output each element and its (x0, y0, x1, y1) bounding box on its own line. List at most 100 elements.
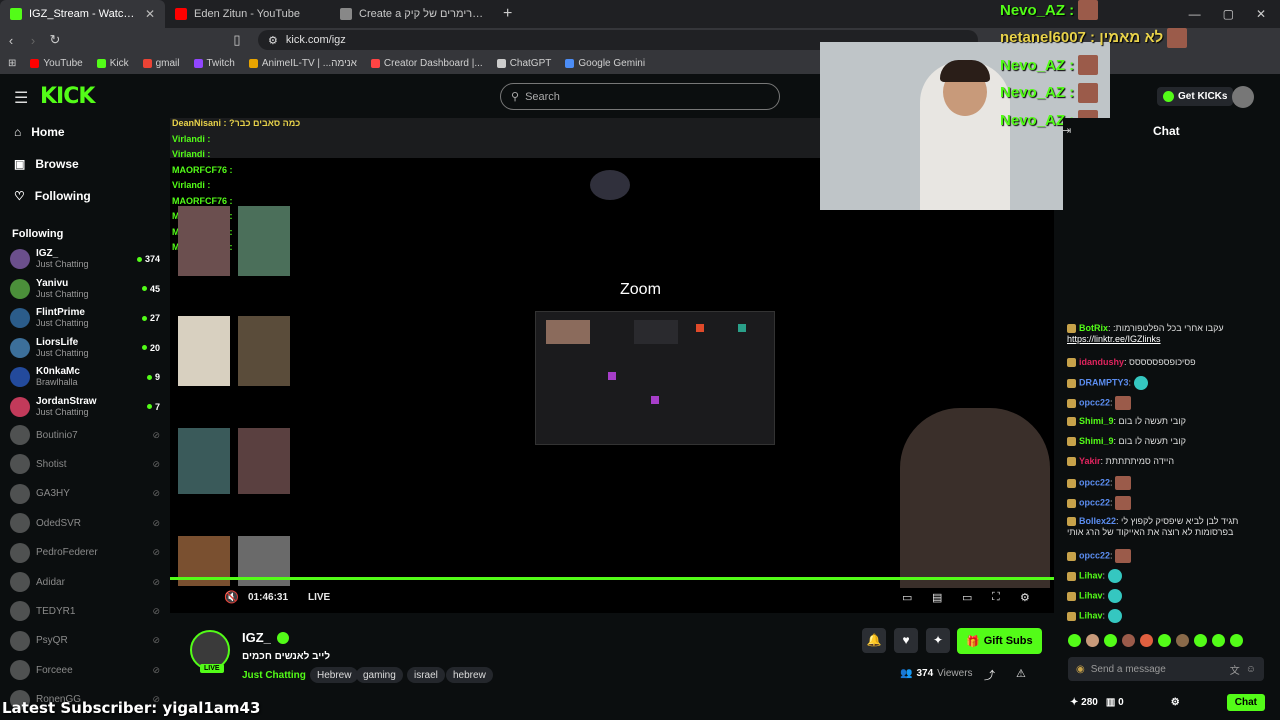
bookmark-twitch[interactable]: Twitch (193, 58, 235, 69)
quick-emote-icon[interactable] (1212, 634, 1225, 647)
bookmark-animeil[interactable]: AnimeIL-TV | ...אנימה (248, 58, 357, 69)
chat-username[interactable]: Yakir (1079, 456, 1101, 466)
follow-heart-button[interactable]: ♥ (894, 628, 918, 653)
forward-icon[interactable]: › (22, 33, 44, 48)
user-avatar[interactable] (1232, 86, 1254, 108)
quick-emote-icon[interactable] (1140, 634, 1153, 647)
browser-tab-youtube[interactable]: Eden Zitun - YouTube (165, 0, 330, 28)
clip-icon[interactable]: ▤ (932, 591, 942, 604)
nav-following[interactable]: ♡ Following (14, 189, 91, 203)
minimize-icon[interactable]: — (1189, 7, 1201, 21)
sidebar-channel-adidar[interactable]: Adidar ⊘ (10, 568, 160, 596)
sidebar-channel-k0nkamc[interactable]: K0nkaMc Brawlhalla 9 (10, 363, 160, 391)
gift-subs-button[interactable]: 🎁 Gift Subs (957, 628, 1042, 654)
close-tab-icon[interactable]: ✕ (145, 7, 155, 21)
chat-username[interactable]: opcc22 (1079, 477, 1110, 487)
back-icon[interactable]: ‹ (0, 33, 22, 48)
latest-subscriber: Latest Subscriber: yigal1am43 (2, 699, 261, 717)
chat-link[interactable]: https://linktr.ee/IGZlinks (1067, 334, 1161, 344)
nav-browse[interactable]: ▣ Browse (14, 157, 79, 171)
report-icon[interactable]: ⚠ (1016, 667, 1026, 680)
category-link[interactable]: Just Chatting (242, 670, 306, 681)
chat-username[interactable]: opcc22 (1079, 397, 1110, 407)
bookmark-youtube[interactable]: YouTube (30, 58, 83, 69)
maximize-icon[interactable]: ▢ (1223, 7, 1234, 21)
chat-username[interactable]: Shimi_9 (1079, 436, 1114, 446)
quick-emote-icon[interactable] (1158, 634, 1171, 647)
quick-emote-icon[interactable] (1230, 634, 1243, 647)
chat-username[interactable]: Lihav (1079, 590, 1103, 600)
sidebar-channel-yanivu[interactable]: Yanivu Just Chatting 45 (10, 275, 160, 303)
streamer-name[interactable]: IGZ_ (242, 630, 289, 645)
tag-israel[interactable]: israel (407, 667, 445, 683)
quick-emote-icon[interactable] (1068, 634, 1081, 647)
search-input[interactable]: ⚲ Search (500, 83, 780, 110)
quick-emote-icon[interactable] (1104, 634, 1117, 647)
tag-hebrew-lower[interactable]: hebrew (446, 667, 493, 683)
emoji-icon[interactable]: ☺ (1246, 664, 1256, 675)
progress-bar[interactable] (170, 577, 1054, 580)
badge-icon[interactable]: ◉ (1076, 664, 1085, 675)
bookmark-chatgpt[interactable]: ChatGPT (496, 58, 551, 69)
bookmark-icon[interactable]: ▯ (226, 32, 248, 48)
sidebar-channel-shotist[interactable]: Shotist ⊘ (10, 450, 160, 478)
browser-tab-kick[interactable]: IGZ_Stream - Watch Live on Kick ✕ (0, 0, 165, 28)
close-window-icon[interactable]: ✕ (1256, 7, 1266, 21)
sidebar-channel-tedyr1[interactable]: TEDYR1 ⊘ (10, 597, 160, 625)
quick-emote-icon[interactable] (1194, 634, 1207, 647)
chat-footer: ✦ 280 ▥ 0 ⚙ Chat (1070, 692, 1265, 712)
fullscreen-icon[interactable]: ⛶ (992, 591, 1000, 604)
mute-icon[interactable]: 🔇 (224, 590, 239, 604)
new-tab-icon[interactable]: + (495, 5, 520, 23)
get-kicks-button[interactable]: Get KICKs (1157, 87, 1234, 106)
chat-username[interactable]: opcc22 (1079, 497, 1110, 507)
sidebar-channel-boutinio7[interactable]: Boutinio7 ⊘ (10, 421, 160, 449)
settings-icon[interactable]: ⚙ (1020, 591, 1030, 604)
chat-username[interactable]: Lihav (1079, 570, 1103, 580)
theater-icon[interactable]: ▭ (962, 591, 972, 604)
browser-tab-tier[interactable]: Create a דירוג סטרימרים של קיק Tier (330, 0, 495, 28)
menu-icon[interactable]: ☰ (14, 88, 28, 108)
chat-settings-icon[interactable]: ⚙ (1171, 697, 1180, 708)
sidebar-channel-igz_[interactable]: IGZ_ Just Chatting 374 (10, 245, 160, 273)
chat-username[interactable]: idandushy (1079, 357, 1124, 367)
chat-username[interactable]: DRAMPTY3 (1079, 377, 1129, 387)
sidebar-channel-odedsvr[interactable]: OdedSVR ⊘ (10, 509, 160, 537)
sidebar-channel-flintprime[interactable]: FlintPrime Just Chatting 27 (10, 304, 160, 332)
kick-logo[interactable]: KICK (40, 84, 95, 109)
chat-username[interactable]: Shimi_9 (1079, 416, 1114, 426)
quick-emote-icon[interactable] (1086, 634, 1099, 647)
bookmark-gmail[interactable]: gmail (142, 58, 180, 69)
translate-icon[interactable]: 文 (1230, 662, 1240, 677)
collapse-chat-icon[interactable]: ⇥ (1062, 124, 1071, 137)
sidebar-channel-forceee[interactable]: Forceee ⊘ (10, 656, 160, 684)
quick-emote-icon[interactable] (1176, 634, 1189, 647)
live-dot-icon (146, 404, 152, 409)
bookmark-creator-dashboard[interactable]: Creator Dashboard |... (370, 58, 483, 69)
chat-send-button[interactable]: Chat (1226, 693, 1265, 711)
site-info-icon[interactable]: ⚙ (268, 34, 278, 47)
chat-input[interactable]: ◉ Send a message 文 ☺ (1068, 657, 1264, 681)
chat-username[interactable]: Lihav (1079, 610, 1103, 620)
notifications-bell-button[interactable]: 🔔 (862, 628, 886, 653)
sidebar-channel-psyqr[interactable]: PsyQR ⊘ (10, 627, 160, 655)
sidebar-channel-jordanstraw[interactable]: JordanStraw Just Chatting 7 (10, 393, 160, 421)
sub-badge-icon (1067, 551, 1076, 561)
chat-username[interactable]: opcc22 (1079, 550, 1110, 560)
nav-home[interactable]: ⌂ Home (14, 125, 65, 139)
share-icon[interactable]: ⤴ (984, 667, 995, 683)
sidebar-channel-ga3hy[interactable]: GA3HY ⊘ (10, 480, 160, 508)
kicks-button[interactable]: ✦ (926, 628, 950, 653)
tag-hebrew[interactable]: Hebrew (310, 667, 359, 683)
sidebar-channel-pedrofederer[interactable]: PedroFederer ⊘ (10, 539, 160, 567)
tag-gaming[interactable]: gaming (356, 667, 403, 683)
chat-username[interactable]: Bollex22 (1079, 516, 1116, 526)
bookmark-kick[interactable]: Kick (96, 58, 129, 69)
pip-icon[interactable]: ▭ (902, 591, 912, 604)
chat-username[interactable]: BotRix (1079, 323, 1108, 333)
bookmark-gemini[interactable]: Google Gemini (565, 58, 645, 69)
reload-icon[interactable]: ↻ (44, 32, 66, 48)
quick-emote-icon[interactable] (1122, 634, 1135, 647)
sidebar-channel-liorslife[interactable]: LiorsLife Just Chatting 20 (10, 334, 160, 362)
apps-grid-icon[interactable]: ⊞ (8, 58, 16, 69)
